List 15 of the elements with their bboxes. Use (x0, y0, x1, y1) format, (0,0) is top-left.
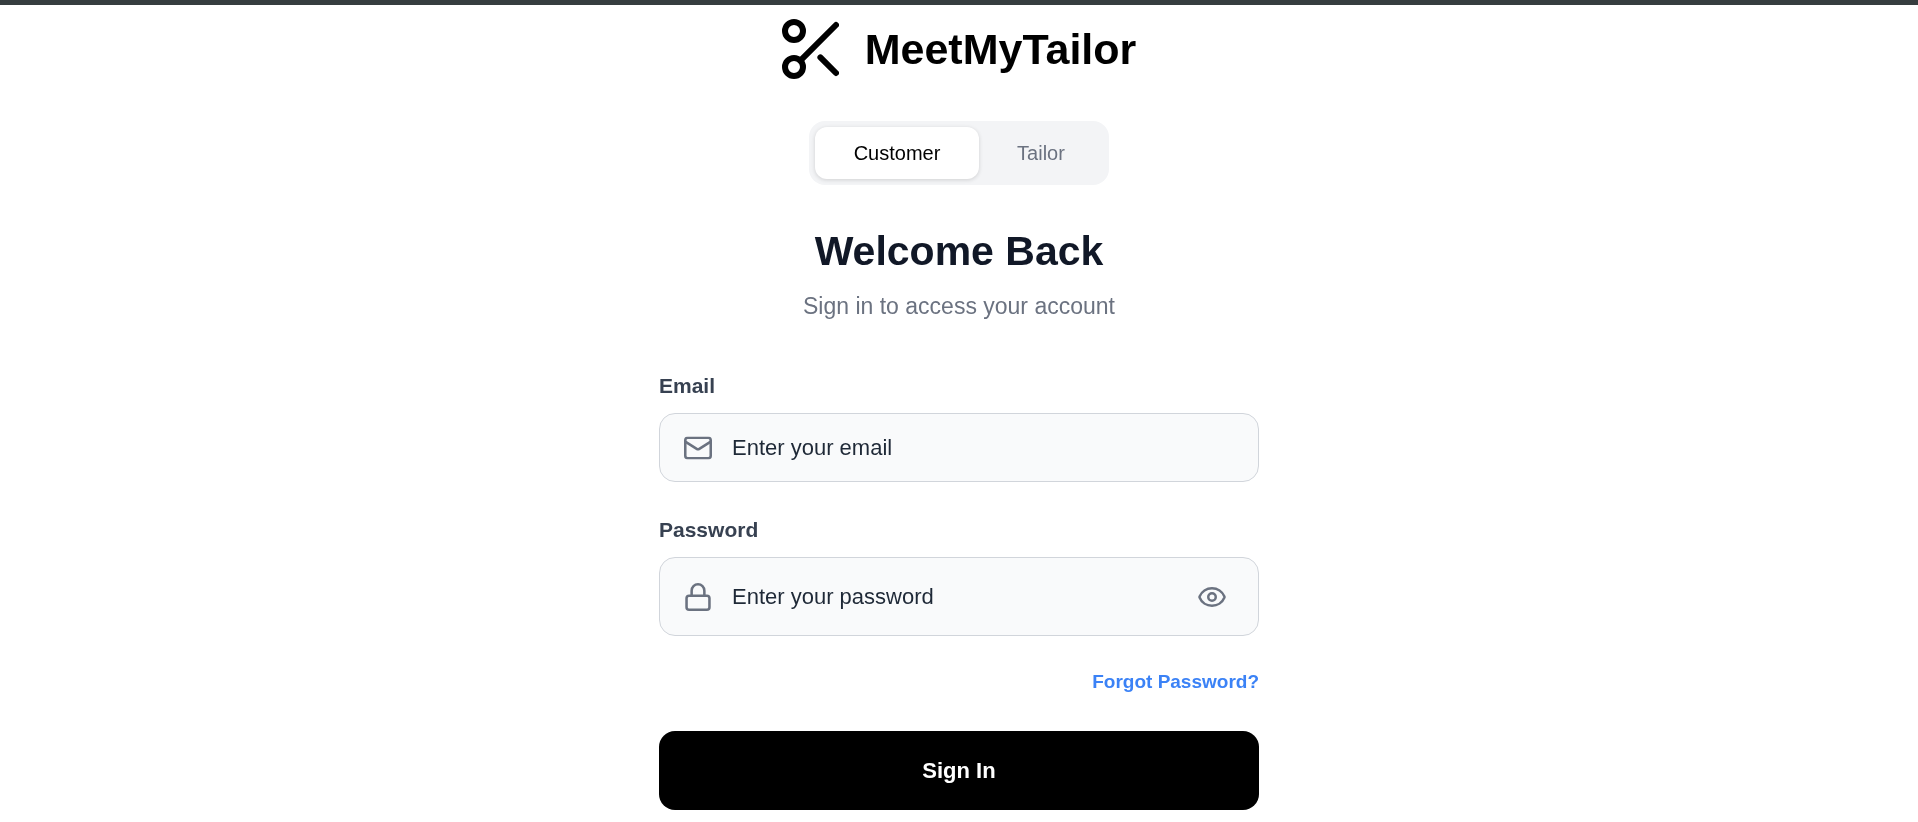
mail-icon (684, 436, 712, 459)
eye-icon[interactable] (1198, 586, 1226, 607)
brand-name: MeetMyTailor (864, 24, 1137, 75)
subtitle-text: Sign in to access your account (803, 292, 1115, 320)
sign-in-button[interactable]: Sign In (659, 731, 1259, 810)
password-field[interactable]: Enter your password (659, 557, 1259, 636)
role-tab[interactable]: Customer (815, 127, 979, 179)
email-field[interactable]: Enter your email (659, 413, 1259, 482)
scissors-icon (781, 19, 839, 79)
welcome-heading: Welcome Back (814, 227, 1104, 275)
lock-icon (685, 582, 711, 611)
role-tab[interactable]: Tailor (979, 127, 1103, 179)
field-label: Password (659, 517, 759, 543)
forgot-password-link[interactable]: Forgot Password? (1092, 670, 1259, 694)
field-label: Email (659, 373, 716, 399)
